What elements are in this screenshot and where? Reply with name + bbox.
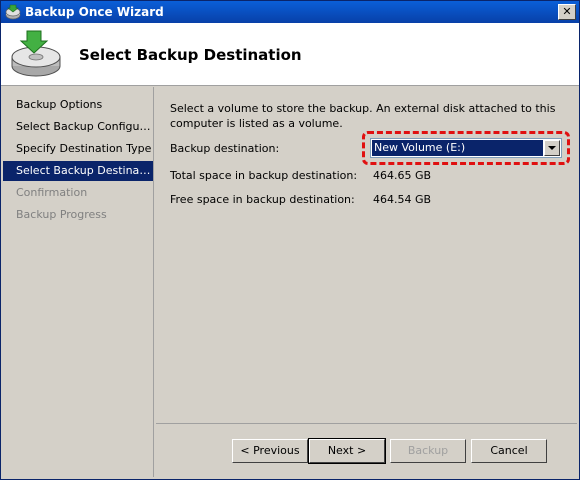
backup-button: Backup [390,439,466,463]
chevron-down-icon[interactable] [544,140,560,156]
free-space-value: 464.54 GB [373,193,432,206]
previous-button[interactable]: < Previous [232,439,308,463]
next-button[interactable]: Next > [308,438,386,464]
wizard-content: Select a volume to store the backup. An … [156,87,577,477]
title-bar[interactable]: Backup Once Wizard ✕ [1,1,579,23]
sidebar-item-confirmation: Confirmation [16,186,88,199]
sidebar-item-select-backup-configuration[interactable]: Select Backup Configur... [3,117,153,137]
destination-label: Backup destination: [170,142,280,155]
wizard-steps-sidebar: Backup Options Select Backup Configur...… [3,87,154,477]
sidebar-item-specify-destination-type[interactable]: Specify Destination Type [3,139,153,159]
close-button[interactable]: ✕ [558,4,576,20]
wizard-window: Backup Once Wizard ✕ Select Backup Desti… [0,0,580,480]
sidebar-item-backup-options[interactable]: Backup Options [3,95,153,115]
window-title: Backup Once Wizard [25,5,164,19]
total-space-label: Total space in backup destination: [170,169,358,182]
destination-selected-value[interactable]: New Volume (E:) [372,140,543,156]
footer-divider [156,423,577,424]
total-space-value: 464.65 GB [373,169,432,182]
wizard-header: Select Backup Destination [1,23,579,86]
backup-disk-icon [11,30,61,77]
page-title: Select Backup Destination [79,46,302,64]
cancel-button[interactable]: Cancel [471,439,547,463]
backup-app-icon [5,4,21,20]
free-space-label: Free space in backup destination: [170,193,355,206]
sidebar-item-select-backup-destination[interactable]: Select Backup Destination [3,161,153,181]
sidebar-item-backup-progress: Backup Progress [16,208,107,221]
destination-select[interactable]: New Volume (E:) [370,138,562,158]
instruction-text: Select a volume to store the backup. An … [170,102,556,130]
close-icon: ✕ [562,5,572,18]
